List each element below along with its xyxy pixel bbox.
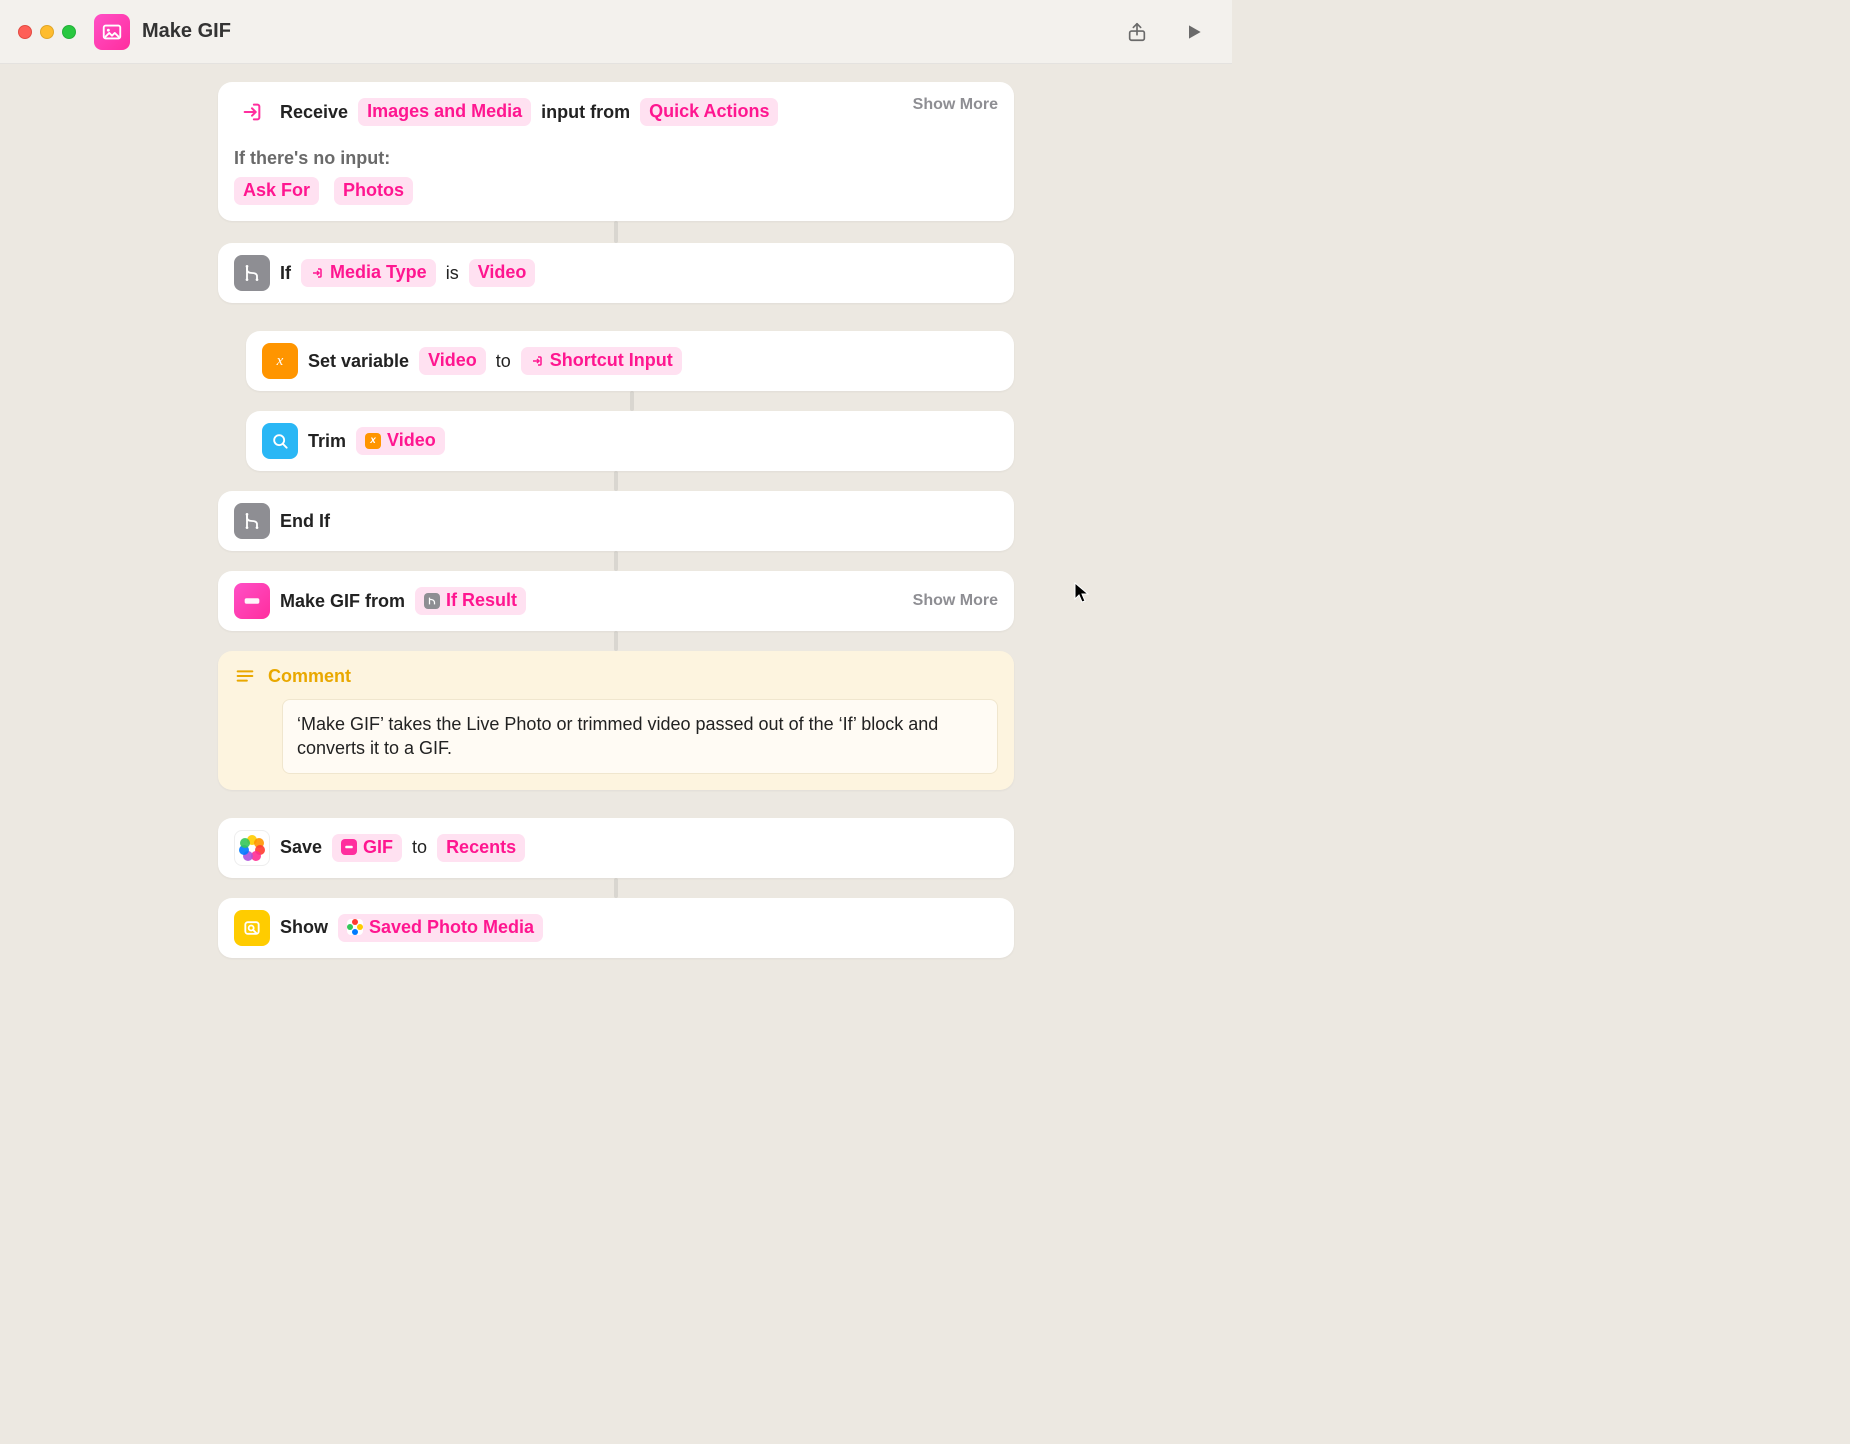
titlebar: Make GIF xyxy=(0,0,1232,64)
action-comment[interactable]: Comment ‘Make GIF’ takes the Live Photo … xyxy=(218,651,1014,790)
show-more-button[interactable]: Show More xyxy=(913,592,998,610)
token-show-item[interactable]: Saved Photo Media xyxy=(338,914,543,942)
setvar-label: Set variable xyxy=(308,351,409,372)
run-button[interactable] xyxy=(1184,22,1204,42)
svg-text:x: x xyxy=(276,353,284,369)
token-trim-target[interactable]: x Video xyxy=(356,427,445,455)
comment-title: Comment xyxy=(268,666,351,687)
receive-middle: input from xyxy=(541,102,630,123)
close-window-button[interactable] xyxy=(18,25,32,39)
connector xyxy=(614,551,618,571)
endif-label: End If xyxy=(280,511,330,532)
gif-icon xyxy=(234,583,270,619)
var-chip-icon: x xyxy=(365,433,381,449)
input-var-icon xyxy=(310,266,324,280)
token-var-value[interactable]: Shortcut Input xyxy=(521,347,682,375)
receive-label: Receive xyxy=(280,102,348,123)
action-end-if[interactable]: End If xyxy=(218,491,1014,551)
window: Make GIF Show More xyxy=(0,0,1232,964)
photos-chip-icon xyxy=(347,919,363,935)
connector xyxy=(614,221,618,243)
token-save-album[interactable]: Recents xyxy=(437,834,525,862)
branch-icon xyxy=(234,503,270,539)
action-column: Show More Receive Images and Media input… xyxy=(218,82,1014,958)
input-icon xyxy=(234,94,270,130)
action-receive-input[interactable]: Show More Receive Images and Media input… xyxy=(218,82,1014,221)
connector xyxy=(630,391,634,411)
comment-icon xyxy=(234,665,256,687)
cursor-icon xyxy=(1074,582,1090,609)
show-more-button[interactable]: Show More xyxy=(913,96,998,114)
save-label: Save xyxy=(280,837,322,858)
variable-icon: x xyxy=(262,343,298,379)
setvar-to: to xyxy=(496,351,511,372)
makegif-label: Make GIF from xyxy=(280,591,405,612)
token-input-source[interactable]: Quick Actions xyxy=(640,98,778,126)
quicklook-icon xyxy=(262,423,298,459)
shortcut-icon xyxy=(94,14,130,50)
trim-label: Trim xyxy=(308,431,346,452)
no-input-label: If there's no input: xyxy=(234,148,998,169)
save-to: to xyxy=(412,837,427,858)
token-fallback-action[interactable]: Ask For xyxy=(234,177,319,205)
page-title: Make GIF xyxy=(142,20,231,43)
comment-body[interactable]: ‘Make GIF’ takes the Live Photo or trimm… xyxy=(282,699,998,774)
fullscreen-window-button[interactable] xyxy=(62,25,76,39)
input-var-icon xyxy=(530,354,544,368)
token-var-name[interactable]: Video xyxy=(419,347,486,375)
gif-chip-icon xyxy=(341,839,357,855)
token-if-value[interactable]: Video xyxy=(469,259,536,287)
action-save[interactable]: Save GIF to Recents xyxy=(218,818,1014,878)
action-if[interactable]: If Media Type is Video xyxy=(218,243,1014,303)
action-make-gif[interactable]: Show More Make GIF from If Result xyxy=(218,571,1014,631)
editor-canvas[interactable]: Show More Receive Images and Media input… xyxy=(0,64,1232,964)
action-set-variable[interactable]: x Set variable Video to Shortcut Input xyxy=(246,331,1014,391)
window-controls xyxy=(18,25,76,39)
if-operator: is xyxy=(446,263,459,284)
branch-chip-icon xyxy=(424,593,440,609)
show-label: Show xyxy=(280,917,328,938)
token-makegif-source[interactable]: If Result xyxy=(415,587,526,615)
share-button[interactable] xyxy=(1126,21,1148,43)
token-input-type[interactable]: Images and Media xyxy=(358,98,531,126)
connector xyxy=(614,631,618,651)
token-fallback-type[interactable]: Photos xyxy=(334,177,413,205)
branch-icon xyxy=(234,255,270,291)
minimize-window-button[interactable] xyxy=(40,25,54,39)
connector xyxy=(614,471,618,491)
connector xyxy=(614,878,618,898)
token-if-variable[interactable]: Media Type xyxy=(301,259,436,287)
action-show[interactable]: Show Saved Photo Media xyxy=(218,898,1014,958)
token-save-item[interactable]: GIF xyxy=(332,834,402,862)
photos-icon xyxy=(234,830,270,866)
show-icon xyxy=(234,910,270,946)
if-keyword: If xyxy=(280,263,291,284)
action-trim[interactable]: Trim x Video xyxy=(246,411,1014,471)
